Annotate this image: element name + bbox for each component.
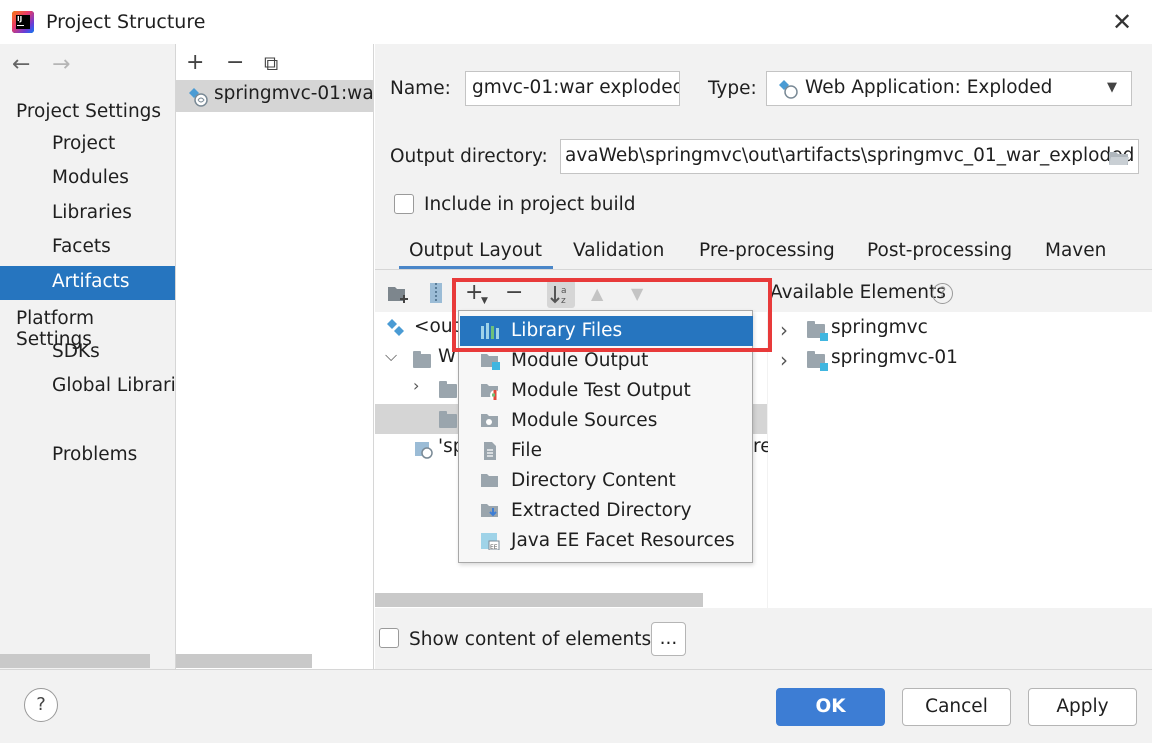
show-content-checkbox[interactable] <box>379 628 399 648</box>
menu-item-label: Module Output <box>511 350 649 371</box>
module-folder-icon <box>807 321 828 341</box>
tab-post-processing[interactable]: Post-processing <box>867 240 1012 261</box>
window-title: Project Structure <box>46 11 206 33</box>
sidebar-scrollbar[interactable] <box>0 654 150 668</box>
menu-item-label: File <box>511 440 542 461</box>
layout-tree-scrollbar[interactable] <box>375 593 703 607</box>
add-icon[interactable]: + <box>186 52 204 74</box>
intellij-app-icon: IJ <box>12 11 34 33</box>
show-content-label: Show content of elements <box>409 629 652 650</box>
artifact-list-panel: + − ⧉ springmvc-01:war exploded <box>176 44 472 669</box>
module-test-output-icon <box>481 384 500 400</box>
menu-item-file[interactable]: File <box>460 436 753 466</box>
artifact-list-item[interactable]: springmvc-01:war exploded <box>176 80 472 112</box>
help-button[interactable]: ? <box>24 688 58 722</box>
folder-icon <box>413 351 431 368</box>
sidebar-item-project[interactable]: Project <box>0 128 175 162</box>
chevron-right-icon[interactable]: › <box>780 348 788 372</box>
project-settings-header: Project Settings <box>16 101 162 122</box>
menu-item-label: Module Sources <box>511 410 658 431</box>
type-label: Type: <box>708 78 757 99</box>
sidebar-item-global-libraries[interactable]: Global Libraries <box>0 370 175 404</box>
menu-item-module-test-output[interactable]: Module Test Output <box>460 376 753 406</box>
help-icon[interactable]: ? <box>932 283 953 304</box>
close-icon[interactable]: ✕ <box>1110 10 1134 34</box>
remove-icon[interactable]: − <box>226 52 244 74</box>
include-in-build-checkbox[interactable] <box>394 194 414 214</box>
folder-browse-icon[interactable] <box>1108 149 1130 167</box>
highlight-annotation-box <box>452 278 772 352</box>
dialog-footer: ? OK Cancel Apply <box>0 669 1152 743</box>
type-value: Web Application: Exploded <box>805 77 1053 98</box>
sidebar-item-libraries[interactable]: Libraries <box>0 197 175 231</box>
chevron-down-icon[interactable]: ⌵ <box>385 346 397 366</box>
name-field[interactable]: gmvc-01:war exploded <box>465 71 680 106</box>
menu-item-javaee-facet-resources[interactable]: EE Java EE Facet Resources <box>460 526 753 556</box>
sidebar-item-problems[interactable]: Problems <box>0 439 175 473</box>
back-arrow-icon[interactable]: ← <box>12 52 30 77</box>
web-artifact-icon <box>189 88 208 107</box>
tab-divider <box>375 269 1152 270</box>
chevron-right-icon[interactable]: › <box>780 318 788 342</box>
folder-icon <box>439 411 457 428</box>
svg-text:EE: EE <box>490 544 498 550</box>
forward-arrow-icon[interactable]: → <box>52 52 70 77</box>
ok-button[interactable]: OK <box>776 688 885 726</box>
tab-output-layout[interactable]: Output Layout <box>409 240 542 261</box>
menu-item-label: Directory Content <box>511 470 676 491</box>
artifact-list-scrollbar[interactable] <box>176 654 312 668</box>
chevron-down-icon: ▼ <box>1107 80 1117 95</box>
web-app-icon <box>779 80 798 99</box>
sidebar-item-modules[interactable]: Modules <box>0 162 175 196</box>
include-in-build-label: Include in project build <box>424 194 636 215</box>
archive-icon[interactable] <box>427 282 445 304</box>
directory-icon <box>481 474 498 487</box>
tab-pre-processing[interactable]: Pre-processing <box>699 240 835 261</box>
tab-maven[interactable]: Maven <box>1045 240 1106 261</box>
module-sources-icon <box>481 414 498 427</box>
settings-sidebar: ← → Project Settings Project Modules Lib… <box>0 44 176 669</box>
menu-item-extracted-directory[interactable]: Extracted Directory <box>460 496 753 526</box>
folder-icon <box>439 381 457 398</box>
type-select[interactable]: Web Application: Exploded ▼ <box>766 71 1132 106</box>
apply-button[interactable]: Apply <box>1028 688 1137 726</box>
ellipsis-button[interactable]: ... <box>651 622 686 656</box>
menu-item-directory-content[interactable]: Directory Content <box>460 466 753 496</box>
available-item-springmvc-01[interactable]: springmvc-01 <box>831 347 958 368</box>
output-directory-field[interactable]: avaWeb\springmvc\out\artifacts\springmvc… <box>560 139 1139 174</box>
available-elements-tree: › springmvc › springmvc-01 <box>768 312 1152 608</box>
menu-item-label: Java EE Facet Resources <box>511 530 735 551</box>
module-output-icon <box>415 442 433 459</box>
available-item-springmvc[interactable]: springmvc <box>831 317 928 338</box>
extracted-directory-icon <box>481 504 498 517</box>
menu-item-label: Extracted Directory <box>511 500 692 521</box>
output-root-icon <box>387 319 404 336</box>
module-folder-icon <box>807 351 828 371</box>
available-elements-header: Available Elements <box>770 282 946 303</box>
name-label: Name: <box>390 78 451 99</box>
new-directory-icon[interactable] <box>387 284 411 304</box>
file-icon <box>484 442 496 460</box>
title-bar: IJ Project Structure ✕ <box>0 0 1152 44</box>
javaee-facet-icon: EE <box>481 533 500 550</box>
cancel-button[interactable]: Cancel <box>902 688 1011 726</box>
output-directory-value: avaWeb\springmvc\out\artifacts\springmvc… <box>565 145 1135 166</box>
tab-validation[interactable]: Validation <box>573 240 664 261</box>
sidebar-item-artifacts[interactable]: Artifacts <box>0 266 175 300</box>
output-directory-label: Output directory: <box>390 146 548 167</box>
sidebar-item-sdks[interactable]: SDKs <box>0 336 175 370</box>
chevron-right-icon[interactable]: › <box>413 376 419 395</box>
menu-item-module-sources[interactable]: Module Sources <box>460 406 753 436</box>
copy-icon[interactable]: ⧉ <box>264 52 278 74</box>
menu-item-label: Module Test Output <box>511 380 691 401</box>
sidebar-item-facets[interactable]: Facets <box>0 231 175 265</box>
module-output-icon <box>481 354 500 370</box>
